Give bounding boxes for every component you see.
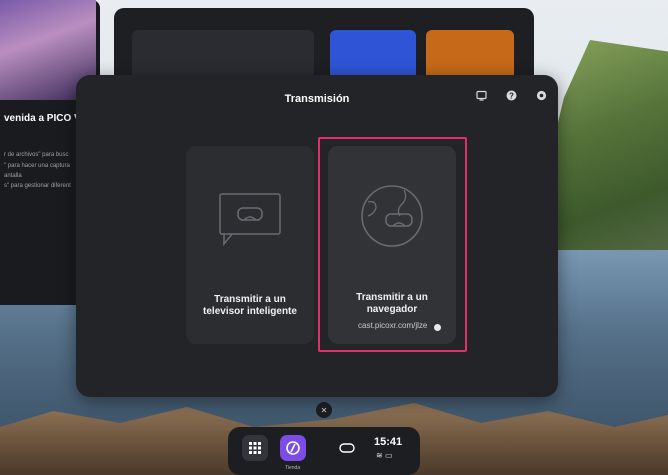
welcome-line: " para hacer una captura bbox=[4, 163, 70, 169]
screen-icon[interactable] bbox=[474, 88, 488, 102]
system-dock: Tienda 15:41 ≋ ▭ bbox=[228, 427, 420, 475]
headset-icon[interactable] bbox=[334, 435, 360, 461]
status-icons: ≋ ▭ bbox=[376, 451, 393, 460]
apps-grid-icon[interactable] bbox=[242, 435, 268, 461]
wifi-icon: ≋ bbox=[376, 451, 383, 460]
welcome-line: r de archivos" para busc bbox=[4, 152, 69, 158]
store-icon[interactable] bbox=[280, 435, 306, 461]
tv-cast-icon bbox=[219, 193, 281, 247]
close-icon[interactable]: ✕ bbox=[316, 402, 332, 418]
help-icon[interactable]: ? bbox=[504, 88, 518, 102]
store-label: Tienda bbox=[285, 465, 301, 471]
selection-highlight bbox=[318, 137, 467, 352]
welcome-title: venida a PICO VI bbox=[4, 113, 84, 124]
welcome-line: s" para gestionar diferent bbox=[4, 183, 71, 189]
cast-to-tv-option[interactable]: Transmitir a un televisor inteligente bbox=[186, 146, 314, 344]
settings-icon[interactable] bbox=[534, 88, 548, 102]
clock-time: 15:41 bbox=[374, 436, 403, 448]
welcome-line: antalla bbox=[4, 173, 22, 179]
cast-to-tv-label: Transmitir a un televisor inteligente bbox=[203, 294, 297, 317]
svg-text:?: ? bbox=[509, 91, 514, 100]
battery-icon: ▭ bbox=[384, 451, 393, 460]
cast-dialog: Transmisión ? Transmitir a un televisor … bbox=[76, 75, 558, 397]
